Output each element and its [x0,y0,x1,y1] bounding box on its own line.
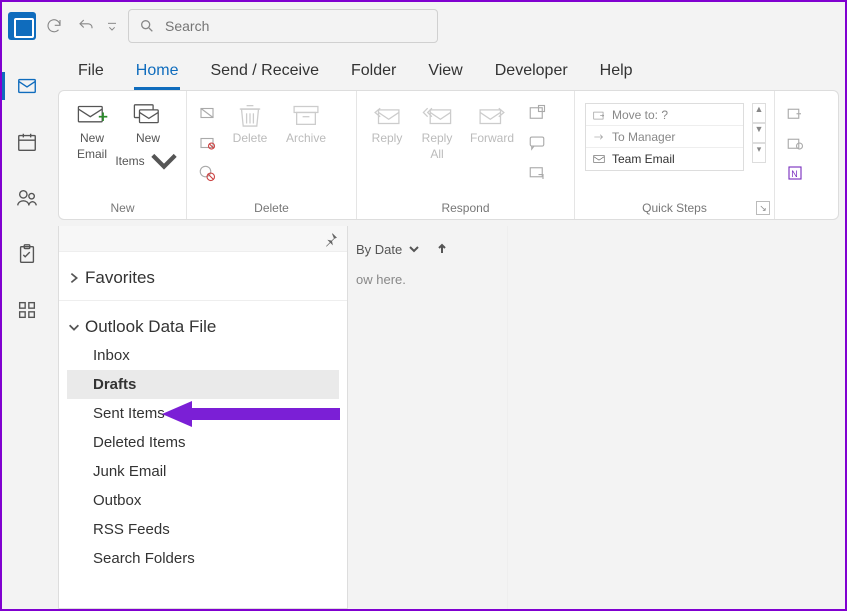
qs-up-icon[interactable]: ▲ [752,103,766,123]
navigation-rail [2,50,52,609]
ribbon-group-respond: Reply Reply All Forward [357,91,575,219]
archive-label: Archive [286,131,326,145]
folder-inbox[interactable]: Inbox [67,341,339,370]
tab-home[interactable]: Home [134,56,181,90]
quick-step-team[interactable]: Team Email [586,148,743,170]
qat-dropdown[interactable] [104,12,120,40]
onenote-button[interactable]: N [783,161,807,185]
new-email-label1: New [80,131,104,145]
chevron-down-icon [147,147,181,175]
undo-button[interactable] [72,12,100,40]
new-items-label2: Items [115,154,144,168]
forward-label: Forward [470,131,514,145]
qs-down-icon[interactable]: ▼ [752,123,766,143]
quick-steps-scroll[interactable]: ▲ ▼ ▾ [752,103,766,163]
rail-tasks[interactable] [2,238,52,270]
sort-by-date[interactable]: By Date [356,236,499,262]
rules-button[interactable] [783,131,807,155]
new-email-label2: Email [77,147,107,161]
favorites-header[interactable]: Favorites [67,264,339,292]
folder-outbox[interactable]: Outbox [67,486,339,515]
sort-arrow-up-icon[interactable] [436,243,448,255]
mail-icon [592,152,606,166]
reply-all-label1: Reply [422,131,453,145]
cleanup-button[interactable] [195,131,219,155]
outlook-logo [8,12,36,40]
forward-button[interactable]: Forward [465,97,519,145]
chevron-down-icon [408,243,420,255]
tab-help[interactable]: Help [598,56,635,90]
junk-button[interactable] [195,161,219,185]
folder-search[interactable]: Search Folders [67,544,339,573]
new-email-button[interactable]: New Email [67,97,117,162]
tab-folder[interactable]: Folder [349,56,398,90]
rail-more-apps[interactable] [2,294,52,326]
ribbon-group-overflow: N [775,91,838,219]
reply-all-label2: All [430,147,443,161]
meeting-button[interactable] [525,101,549,125]
sync-button[interactable] [40,12,68,40]
quick-step-move[interactable]: Move to: ? [586,104,743,126]
delete-button[interactable]: Delete [225,97,275,145]
quick-steps-launcher[interactable]: ↘ [756,201,770,215]
chevron-right-icon [67,271,81,285]
folder-list: Inbox Drafts Sent Items Deleted Items Ju… [67,341,339,573]
pin-pane-button[interactable] [59,226,347,252]
folder-pane: Favorites Outlook Data File Inbox Drafts… [58,226,348,609]
title-bar [2,2,845,50]
svg-text:N: N [791,169,798,179]
folder-drafts[interactable]: Drafts [67,370,339,399]
delete-label: Delete [233,131,268,145]
group-delete-label: Delete [187,201,356,215]
reply-button[interactable]: Reply [365,97,409,145]
rail-mail[interactable] [2,70,52,102]
quick-step-manager[interactable]: To Manager [586,126,743,148]
tab-view[interactable]: View [426,56,464,90]
group-quick-label: Quick Steps [575,201,774,215]
ribbon-group-delete: Delete Archive Delete [187,91,357,219]
folder-sent[interactable]: Sent Items [67,399,339,428]
new-items-button[interactable]: New Items [123,97,173,175]
ribbon-tabs: File Home Send / Receive Folder View Dev… [52,50,845,90]
content-area: Favorites Outlook Data File Inbox Drafts… [52,226,845,609]
forward-icon [592,130,606,144]
chevron-down-icon [67,320,81,334]
message-list-pane: By Date ow here. [348,226,508,609]
tab-file[interactable]: File [76,56,106,90]
group-respond-label: Respond [357,201,574,215]
ribbon: New Email New Items New [58,90,839,220]
reply-all-button[interactable]: Reply All [415,97,459,162]
quick-steps-gallery[interactable]: Move to: ? To Manager Team Email [585,103,744,171]
ribbon-group-quick-steps: Move to: ? To Manager Team Email ▲ [575,91,775,219]
rail-people[interactable] [2,182,52,214]
rail-calendar[interactable] [2,126,52,158]
im-button[interactable] [525,131,549,155]
pin-icon [323,231,339,247]
reply-label: Reply [372,131,403,145]
folder-deleted[interactable]: Deleted Items [67,428,339,457]
empty-message: ow here. [356,272,499,287]
more-respond-button[interactable] [525,161,549,185]
move-button[interactable] [783,101,807,125]
tab-send-receive[interactable]: Send / Receive [208,56,321,90]
archive-button[interactable]: Archive [281,97,331,145]
ignore-button[interactable] [195,101,219,125]
new-items-label1: New [136,131,160,145]
qs-more-icon[interactable]: ▾ [752,143,766,163]
tab-developer[interactable]: Developer [493,56,570,90]
search-input[interactable] [165,18,427,34]
ribbon-group-new: New Email New Items New [59,91,187,219]
group-new-label: New [59,201,186,215]
folder-move-icon [592,108,606,122]
folder-junk[interactable]: Junk Email [67,457,339,486]
folder-rss[interactable]: RSS Feeds [67,515,339,544]
reading-pane [508,226,845,609]
search-box[interactable] [128,9,438,43]
data-file-header[interactable]: Outlook Data File [67,313,339,341]
